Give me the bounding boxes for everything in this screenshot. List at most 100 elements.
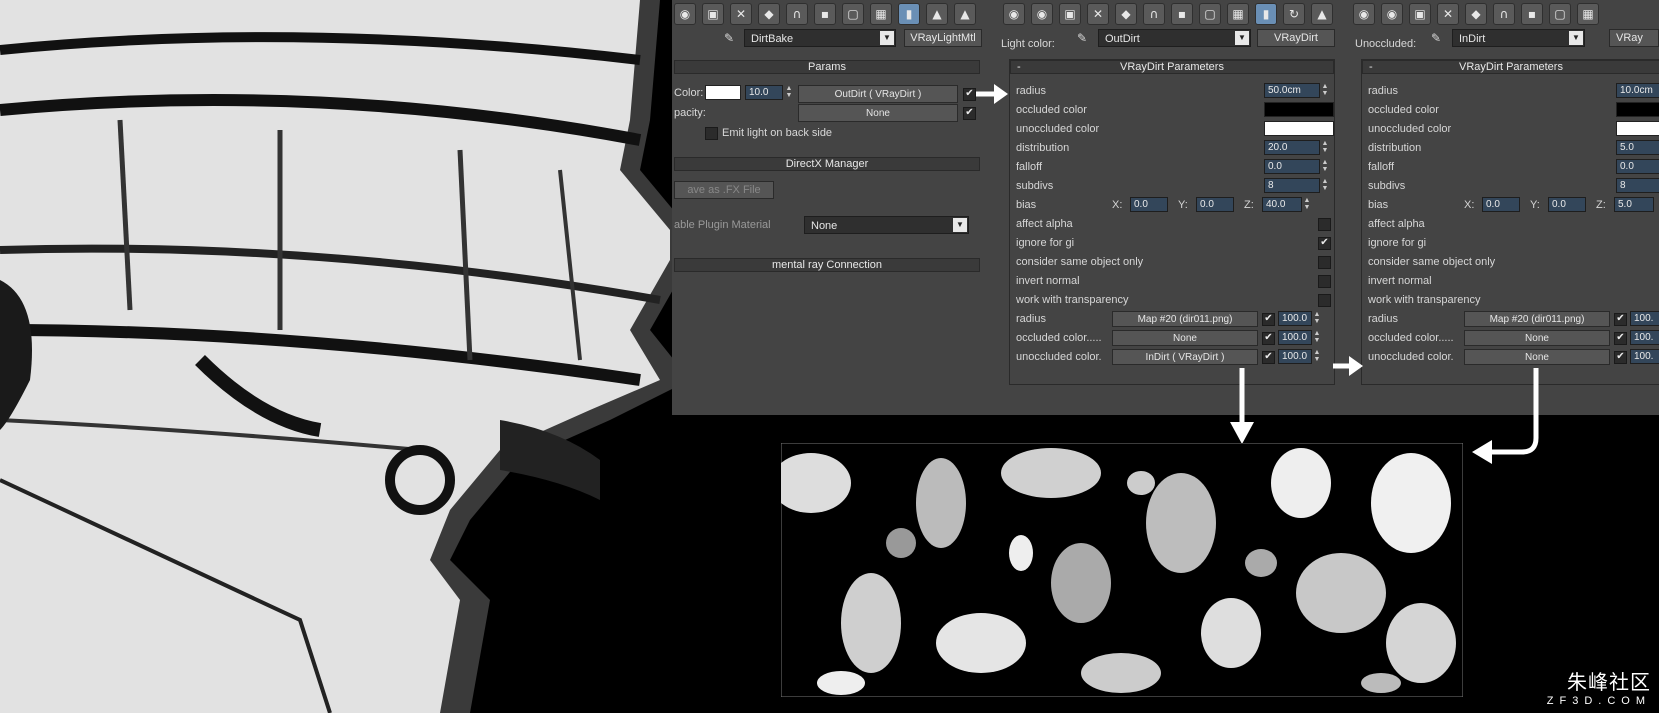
- map-unoccluded-checkbox[interactable]: ✔: [1262, 351, 1275, 364]
- map-radius-button[interactable]: Map #20 (dir011.png): [1464, 311, 1610, 327]
- rollout-header[interactable]: - VRayDirt Parameters: [1362, 60, 1659, 74]
- plugin-material-dropdown[interactable]: None ▼: [804, 216, 969, 234]
- bias-x-spinner[interactable]: 0.0: [1482, 197, 1520, 212]
- spinner-arrows[interactable]: ▲ ▼: [1312, 311, 1322, 326]
- map-occluded-checkbox[interactable]: ✔: [1614, 332, 1627, 345]
- bias-z-spinner[interactable]: 5.0: [1614, 197, 1654, 212]
- unoccluded-swatch[interactable]: [1264, 121, 1334, 136]
- subdivs-spinner[interactable]: 8: [1264, 178, 1320, 193]
- consider-same-checkbox[interactable]: [1318, 256, 1331, 269]
- bias-y-spinner[interactable]: 0.0: [1548, 197, 1586, 212]
- show-end-result-icon[interactable]: ▦: [870, 3, 892, 25]
- rollout-header[interactable]: - VRayDirt Parameters: [1010, 60, 1334, 74]
- go-parent-icon[interactable]: ▮: [1255, 3, 1277, 25]
- make-unique-icon[interactable]: ◆: [1465, 3, 1487, 25]
- show-map-icon[interactable]: ▢: [1199, 3, 1221, 25]
- spinner-arrows[interactable]: ▲ ▼: [1320, 178, 1330, 193]
- map-unoccluded-amount[interactable]: 100.0: [1278, 349, 1312, 364]
- put-to-scene-icon[interactable]: ◉: [1031, 3, 1053, 25]
- falloff-spinner[interactable]: 0.0: [1616, 159, 1659, 174]
- unoccluded-swatch[interactable]: [1616, 121, 1659, 136]
- chevron-down-icon[interactable]: ▼: [953, 218, 967, 232]
- spinner-arrows[interactable]: ▲ ▼: [1320, 83, 1330, 98]
- map-occluded-checkbox[interactable]: ✔: [1262, 332, 1275, 345]
- spinner-arrows[interactable]: ▲ ▼: [1320, 140, 1330, 155]
- select-by-material-icon[interactable]: ▲: [1311, 3, 1333, 25]
- map-occluded-amount[interactable]: 100.0: [1278, 330, 1312, 345]
- subdivs-spinner[interactable]: 8: [1616, 178, 1659, 193]
- spinner-arrows[interactable]: ▲ ▼: [1312, 330, 1322, 345]
- directx-rollout-header[interactable]: DirectX Manager: [674, 157, 980, 171]
- make-unique-icon[interactable]: ◆: [1115, 3, 1137, 25]
- collapse-icon[interactable]: -: [1369, 61, 1373, 74]
- put-to-library-icon[interactable]: ∩: [1493, 3, 1515, 25]
- assign-icon[interactable]: ▣: [1059, 3, 1081, 25]
- bias-z-spinner[interactable]: 40.0: [1262, 197, 1302, 212]
- distribution-spinner[interactable]: 20.0: [1264, 140, 1320, 155]
- ignore-gi-checkbox[interactable]: ✔: [1318, 237, 1331, 250]
- opacity-map-checkbox[interactable]: ✔: [963, 107, 976, 120]
- get-material-icon[interactable]: ◉: [674, 3, 696, 25]
- emit-back-checkbox[interactable]: [705, 127, 718, 140]
- map-type-button[interactable]: VRay: [1609, 29, 1659, 47]
- affect-alpha-checkbox[interactable]: [1318, 218, 1331, 231]
- put-to-scene-icon[interactable]: ◉: [1381, 3, 1403, 25]
- select-by-material-icon[interactable]: ▲: [954, 3, 976, 25]
- map-radius-checkbox[interactable]: ✔: [1262, 313, 1275, 326]
- go-sibling-icon[interactable]: ▲: [926, 3, 948, 25]
- collapse-icon[interactable]: -: [1017, 61, 1021, 74]
- assign-icon[interactable]: ▣: [1409, 3, 1431, 25]
- map-unoccluded-button[interactable]: InDirt ( VRayDirt ): [1112, 349, 1258, 365]
- spinner-arrows[interactable]: ▲ ▼: [1320, 159, 1330, 174]
- go-parent-icon[interactable]: ▮: [898, 3, 920, 25]
- put-to-scene-icon[interactable]: ▣: [702, 3, 724, 25]
- map-unoccluded-checkbox[interactable]: ✔: [1614, 351, 1627, 364]
- params-rollout-header[interactable]: Params: [674, 60, 980, 74]
- material-id-icon[interactable]: ▪: [814, 3, 836, 25]
- color-multiplier-spinner[interactable]: 10.0: [745, 85, 783, 100]
- map-radius-amount[interactable]: 100.: [1630, 311, 1659, 326]
- distribution-spinner[interactable]: 5.0: [1616, 140, 1659, 155]
- radius-spinner[interactable]: 50.0cm: [1264, 83, 1320, 98]
- chevron-down-icon[interactable]: ▼: [1569, 31, 1583, 45]
- color-map-button[interactable]: OutDirt ( VRayDirt ): [798, 85, 958, 103]
- spinner-arrows[interactable]: ▲ ▼: [1302, 197, 1312, 212]
- delete-icon[interactable]: ✕: [1087, 3, 1109, 25]
- material-id-icon[interactable]: ▪: [1171, 3, 1193, 25]
- get-material-icon[interactable]: ◉: [1003, 3, 1025, 25]
- show-end-result-icon[interactable]: ▦: [1577, 3, 1599, 25]
- map-radius-amount[interactable]: 100.0: [1278, 311, 1312, 326]
- material-type-button[interactable]: VRayLightMtl: [904, 29, 982, 47]
- save-fx-button[interactable]: ave as .FX File: [674, 181, 774, 199]
- map-name-field[interactable]: OutDirt ▼: [1098, 29, 1251, 47]
- map-occluded-button[interactable]: None: [1464, 330, 1610, 346]
- show-end-result-icon[interactable]: ▦: [1227, 3, 1249, 25]
- get-material-icon[interactable]: ◉: [1353, 3, 1375, 25]
- make-unique-icon[interactable]: ◆: [758, 3, 780, 25]
- map-radius-checkbox[interactable]: ✔: [1614, 313, 1627, 326]
- eyedropper-icon[interactable]: ✎: [724, 31, 734, 45]
- go-sibling-icon[interactable]: ↻: [1283, 3, 1305, 25]
- color-map-checkbox[interactable]: ✔: [963, 88, 976, 101]
- color-swatch[interactable]: [705, 85, 741, 100]
- map-occluded-button[interactable]: None: [1112, 330, 1258, 346]
- map-radius-button[interactable]: Map #20 (dir011.png): [1112, 311, 1258, 327]
- eyedropper-icon[interactable]: ✎: [1077, 31, 1087, 45]
- delete-icon[interactable]: ✕: [1437, 3, 1459, 25]
- map-name-field[interactable]: InDirt ▼: [1452, 29, 1585, 47]
- bias-x-spinner[interactable]: 0.0: [1130, 197, 1168, 212]
- opacity-map-button[interactable]: None: [798, 104, 958, 122]
- material-id-icon[interactable]: ▪: [1521, 3, 1543, 25]
- occluded-swatch[interactable]: [1264, 102, 1334, 117]
- map-unoccluded-amount[interactable]: 100.: [1630, 349, 1659, 364]
- show-map-icon[interactable]: ▢: [842, 3, 864, 25]
- chevron-down-icon[interactable]: ▼: [1235, 31, 1249, 45]
- put-to-library-icon[interactable]: ∩: [786, 3, 808, 25]
- delete-icon[interactable]: ✕: [730, 3, 752, 25]
- mental-ray-rollout-header[interactable]: mental ray Connection: [674, 258, 980, 272]
- work-transparency-checkbox[interactable]: [1318, 294, 1331, 307]
- map-unoccluded-button[interactable]: None: [1464, 349, 1610, 365]
- show-map-icon[interactable]: ▢: [1549, 3, 1571, 25]
- spinner-arrows[interactable]: ▲ ▼: [1312, 349, 1322, 364]
- color-multiplier-arrows[interactable]: ▲ ▼: [784, 85, 794, 100]
